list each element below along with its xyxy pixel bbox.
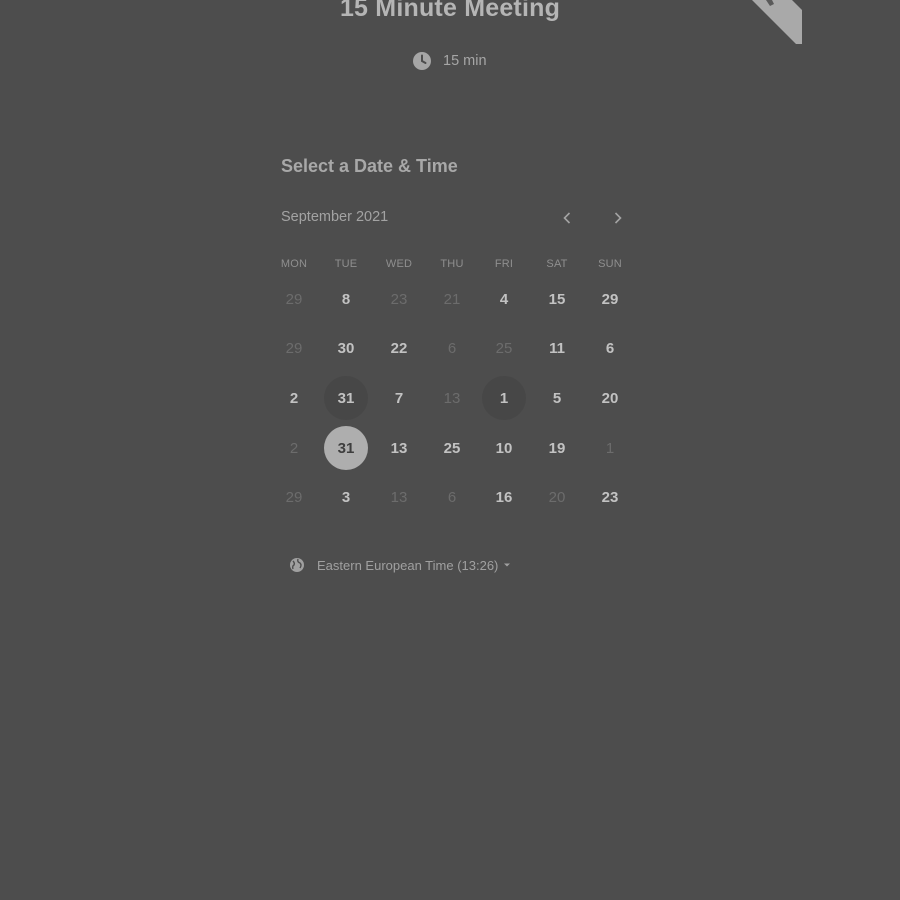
day-button[interactable]: 6 (588, 326, 632, 370)
unavailable-day: 29 (285, 488, 303, 506)
caret-down-icon (504, 563, 511, 567)
unavailable-day: 21 (443, 290, 461, 308)
unavailable-day: 13 (390, 488, 408, 506)
unavailable-day: 29 (285, 339, 303, 357)
clock-icon (413, 52, 431, 70)
timezone-selector[interactable]: Eastern European Time (13:26) (289, 555, 511, 575)
unavailable-day: 23 (390, 290, 408, 308)
day-button[interactable]: 29 (588, 277, 632, 321)
unavailable-day: 20 (548, 488, 566, 506)
weekday-label: TUE (334, 258, 358, 270)
day-button[interactable]: 15 (535, 277, 579, 321)
unavailable-day: 29 (285, 290, 303, 308)
weekday-label: MON (280, 258, 308, 270)
unavailable-day: 1 (605, 439, 615, 457)
day-button[interactable]: 25 (430, 426, 474, 470)
day-button[interactable]: 11 (535, 326, 579, 370)
month-label: September 2021 (281, 209, 389, 225)
corner-ribbon[interactable] (752, 0, 802, 44)
day-button[interactable]: 19 (535, 426, 579, 470)
duration-label: 15 min (443, 53, 487, 69)
day-button[interactable]: 23 (588, 475, 632, 519)
chevron-right-icon (614, 212, 622, 224)
globe-icon (290, 558, 304, 572)
weekday-label: FRI (494, 258, 514, 270)
weekday-label: THU (440, 258, 464, 270)
unavailable-day: 13 (443, 389, 461, 407)
day-button[interactable]: 20 (588, 376, 632, 420)
unavailable-day: 25 (495, 339, 513, 357)
unavailable-day: 2 (289, 439, 299, 457)
duration-info: 15 min (412, 50, 487, 72)
day-button[interactable]: 7 (377, 376, 421, 420)
day-button[interactable]: 8 (324, 277, 368, 321)
day-button[interactable]: 10 (482, 426, 526, 470)
weekday-label: SUN (598, 258, 622, 270)
previous-month-button[interactable] (555, 206, 579, 230)
day-button[interactable]: 16 (482, 475, 526, 519)
timezone-label: Eastern European Time (13:26) (317, 557, 499, 573)
day-button[interactable]: 3 (324, 475, 368, 519)
weekday-label: SAT (546, 258, 568, 270)
section-heading: Select a Date & Time (281, 156, 458, 176)
day-button[interactable]: 1 (482, 376, 526, 420)
day-button[interactable]: 2 (272, 376, 316, 420)
day-button[interactable]: 22 (377, 326, 421, 370)
chevron-left-icon (563, 212, 571, 224)
day-button[interactable]: 31 (324, 376, 368, 420)
day-button[interactable]: 5 (535, 376, 579, 420)
next-month-button[interactable] (606, 206, 630, 230)
day-button[interactable]: 30 (324, 326, 368, 370)
unavailable-day: 6 (447, 488, 457, 506)
day-button[interactable]: 13 (377, 426, 421, 470)
weekday-label: WED (385, 258, 413, 270)
unavailable-day: 6 (447, 339, 457, 357)
selected-day-button[interactable]: 31 (324, 426, 368, 470)
day-button[interactable]: 4 (482, 277, 526, 321)
